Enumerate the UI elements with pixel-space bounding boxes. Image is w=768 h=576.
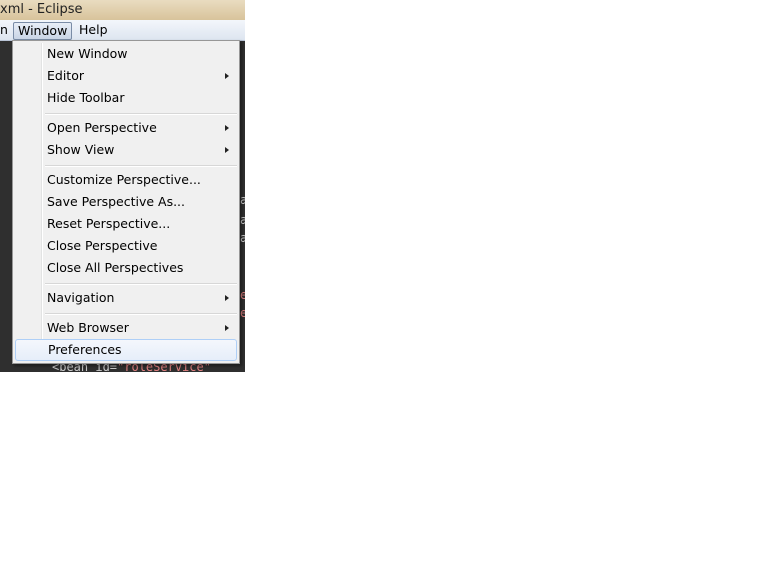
menu-bar: n Window Help: [0, 20, 245, 41]
submenu-arrow-icon: [225, 325, 229, 331]
menu-item-editor[interactable]: Editor: [15, 65, 237, 87]
window-menu-dropdown: New Window Editor Hide Toolbar Open Pers…: [12, 40, 240, 364]
menu-item-new-window[interactable]: New Window: [15, 43, 237, 65]
menu-window[interactable]: Window: [13, 22, 73, 40]
submenu-arrow-icon: [225, 125, 229, 131]
menu-item-close-perspective[interactable]: Close Perspective: [15, 235, 237, 257]
menu-item-label: Show View: [47, 142, 115, 157]
eclipse-window: xml - Eclipse n Window Help a a a e e <b…: [0, 0, 245, 372]
menu-item-customize-perspective[interactable]: Customize Perspective...: [15, 169, 237, 191]
menu-item-label: Reset Perspective...: [47, 216, 171, 231]
menu-item-reset-perspective[interactable]: Reset Perspective...: [15, 213, 237, 235]
menu-item-label: Close All Perspectives: [47, 260, 184, 275]
editor-text: a: [240, 193, 245, 207]
menu-item-preferences[interactable]: Preferences: [15, 339, 237, 361]
title-bar: xml - Eclipse: [0, 0, 245, 20]
menu-item-label: Open Perspective: [47, 120, 157, 135]
menu-item-label: Preferences: [48, 342, 122, 357]
editor-text: e: [240, 288, 245, 302]
menu-item-label: Editor: [47, 68, 84, 83]
menu-item-label: Web Browser: [47, 320, 129, 335]
menu-separator: [45, 165, 237, 167]
menu-item-label: Customize Perspective...: [47, 172, 201, 187]
menu-separator: [45, 113, 237, 115]
menu-item-open-perspective[interactable]: Open Perspective: [15, 117, 237, 139]
submenu-arrow-icon: [225, 73, 229, 79]
menu-item-label: New Window: [47, 46, 128, 61]
menu-item-show-view[interactable]: Show View: [15, 139, 237, 161]
menu-item-label: Save Perspective As...: [47, 194, 186, 209]
menu-item-close-all-perspectives[interactable]: Close All Perspectives: [15, 257, 237, 279]
menu-item-label: Navigation: [47, 290, 115, 305]
menu-item-navigation[interactable]: Navigation: [15, 287, 237, 309]
menu-run-partial[interactable]: n: [0, 22, 12, 38]
menu-item-web-browser[interactable]: Web Browser: [15, 317, 237, 339]
menu-item-label: Close Perspective: [47, 238, 158, 253]
submenu-arrow-icon: [225, 147, 229, 153]
menu-item-hide-toolbar[interactable]: Hide Toolbar: [15, 87, 237, 109]
editor-text: a: [240, 213, 245, 227]
editor-text: a: [240, 231, 245, 245]
menu-item-save-perspective-as[interactable]: Save Perspective As...: [15, 191, 237, 213]
menu-separator: [45, 313, 237, 315]
editor-text: e: [240, 306, 245, 320]
menu-item-label: Hide Toolbar: [47, 90, 125, 105]
menu-help[interactable]: Help: [75, 22, 112, 38]
menu-separator: [45, 283, 237, 285]
submenu-arrow-icon: [225, 295, 229, 301]
